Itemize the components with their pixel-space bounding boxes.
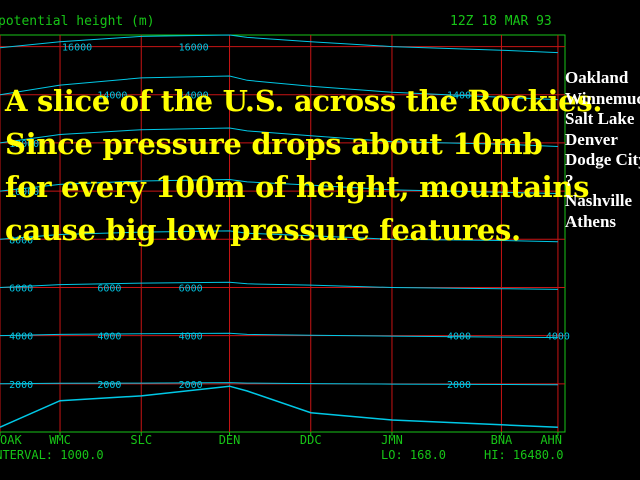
station-label: DDC: [300, 433, 322, 447]
annotation-line: cause big low pressure features.: [5, 213, 521, 247]
chart-title: potential height (m): [0, 14, 155, 29]
station-name: Athens: [565, 211, 617, 231]
contour-label: 4000: [9, 332, 33, 343]
contour-label: 6000: [97, 283, 121, 294]
interval-readout: INTERVAL: 1000.0: [0, 448, 104, 462]
station-name: Dodge City: [565, 150, 640, 169]
annotation-line: for every 100m of height, mountains: [5, 170, 590, 204]
station-name: ?: [565, 170, 574, 190]
station-label: DEN: [219, 433, 241, 447]
station-label: WMC: [49, 433, 71, 447]
contour-line: [0, 281, 558, 290]
contour-label: 4000: [447, 332, 471, 343]
contour-label: 2000: [9, 380, 33, 391]
station-name: Oakland: [565, 68, 629, 87]
station-label: OAK: [0, 433, 22, 447]
station-name: Nashville: [565, 191, 633, 210]
station-label: SLC: [130, 433, 152, 447]
station-name: Salt Lake: [565, 109, 635, 128]
hi-readout: HI: 16480.0: [484, 448, 563, 462]
contour-label: 16000: [62, 43, 92, 54]
contour-label: 16000: [179, 43, 209, 54]
contour-label: 6000: [9, 283, 33, 294]
station-label: AHN: [540, 433, 562, 447]
station-name: Denver: [565, 129, 618, 149]
annotation-line: Since pressure drops about 10mb: [5, 127, 543, 161]
terrain-layer: [0, 385, 558, 428]
contour-label: 2000: [447, 380, 471, 391]
contour-label: 2000: [179, 380, 203, 391]
station-axis-labels: OAK WMC SLC DEN DDC JMN BNA AHN: [0, 432, 562, 447]
contour-label: 4000: [97, 332, 121, 343]
station-name-list: Oakland Winnemucca Salt Lake Denver Dodg…: [565, 68, 640, 232]
lo-readout: LO: 168.0: [381, 448, 446, 462]
contour-label: 2000: [97, 380, 121, 391]
annotation-line: A slice of the U.S. across the Rockies.: [5, 84, 603, 118]
timestamp: 12Z 18 MAR 93: [450, 14, 552, 29]
station-name: Winnemucca: [565, 88, 640, 108]
annotation-text: A slice of the U.S. across the Rockies. …: [5, 80, 602, 252]
terrain-profile: [0, 385, 558, 428]
contour-label: 4000: [179, 332, 203, 343]
contour-label: 6000: [179, 283, 203, 294]
contour-label: 4000: [546, 332, 570, 343]
station-label: JMN: [381, 433, 403, 447]
station-label: BNA: [491, 433, 513, 447]
